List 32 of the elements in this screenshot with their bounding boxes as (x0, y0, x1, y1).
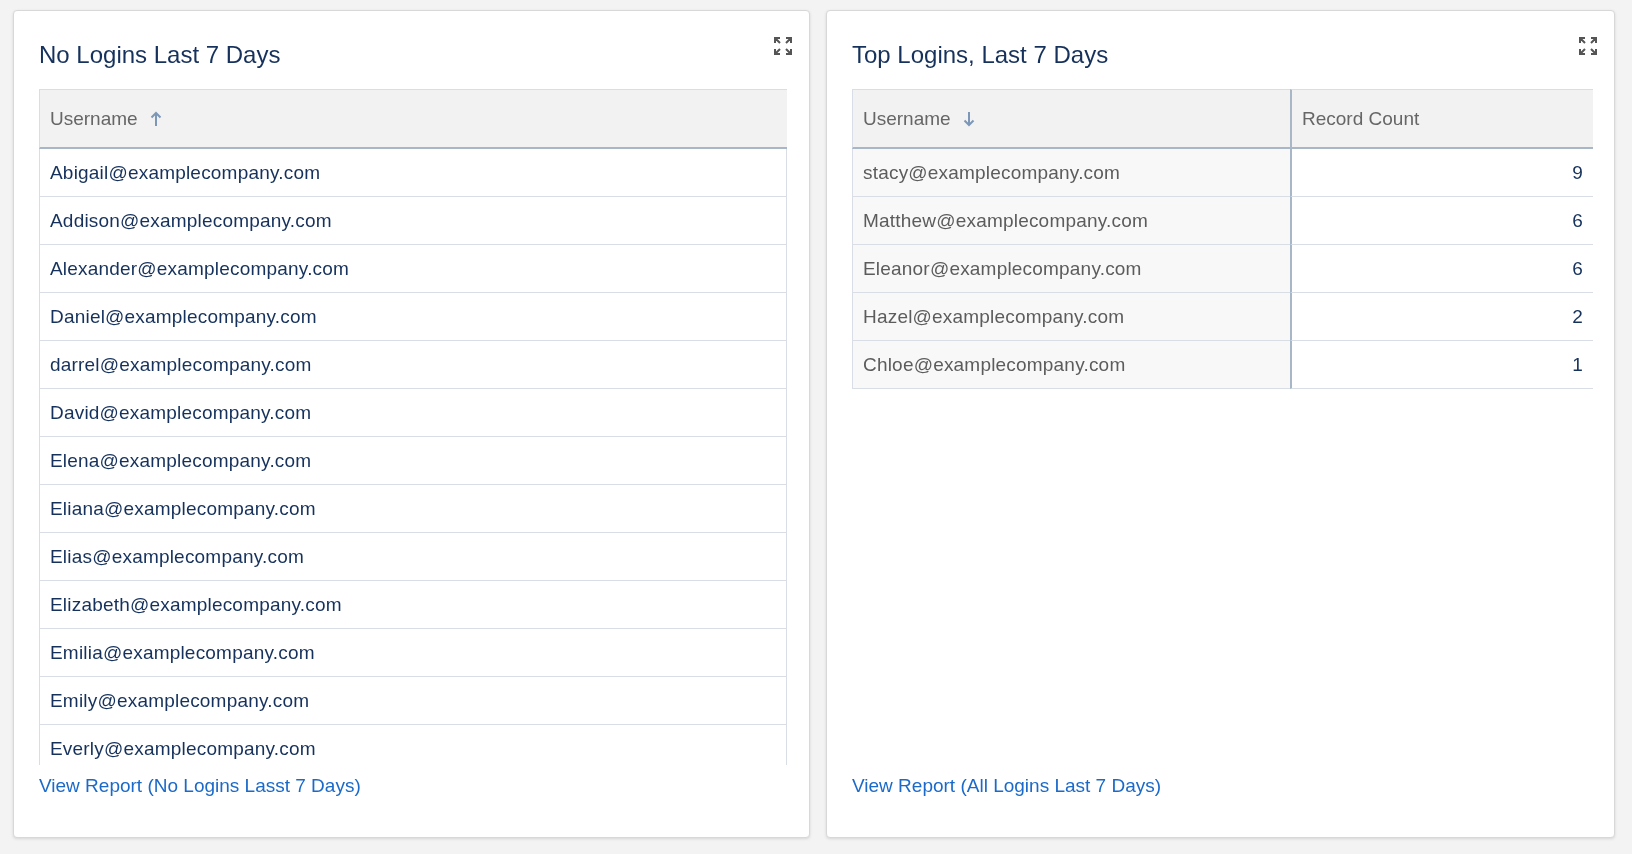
table-cell: Alexander@examplecompany.com (39, 245, 787, 293)
table-cell: Abigail@examplecompany.com (39, 149, 787, 197)
table-cell: Chloe@examplecompany.com (852, 341, 1290, 389)
table-cell: 2 (1290, 293, 1593, 341)
column-header[interactable]: Username (39, 89, 787, 149)
table-cell: Elena@examplecompany.com (39, 437, 787, 485)
table-cell: Elizabeth@examplecompany.com (39, 581, 787, 629)
expand-icon[interactable] (771, 34, 795, 58)
card-title: No Logins Last 7 Days (39, 41, 281, 69)
table-cell: stacy@examplecompany.com (852, 149, 1290, 197)
table-cell: Eleanor@examplecompany.com (852, 245, 1290, 293)
table-cell: Elias@examplecompany.com (39, 533, 787, 581)
card-title: Top Logins, Last 7 Days (852, 41, 1109, 69)
table-cell: Everly@examplecompany.com (39, 725, 787, 765)
table-cell: Eliana@examplecompany.com (39, 485, 787, 533)
view-report-link[interactable]: View Report (All Logins Last 7 Days) (852, 775, 1162, 797)
table-cell: David@examplecompany.com (39, 389, 787, 437)
table-cell: 9 (1290, 149, 1593, 197)
view-report-link[interactable]: View Report (No Logins Lasst 7 Days) (39, 775, 361, 797)
table-cell: Matthew@examplecompany.com (852, 197, 1290, 245)
column-header[interactable]: Record Count (1290, 89, 1593, 149)
table-cell: 1 (1290, 341, 1593, 389)
table-cell: Daniel@examplecompany.com (39, 293, 787, 341)
table-cell: 6 (1290, 197, 1593, 245)
table-cell: 6 (1290, 245, 1593, 293)
table-cell: Emily@examplecompany.com (39, 677, 787, 725)
table-cell: Hazel@examplecompany.com (852, 293, 1290, 341)
table-cell: Emilia@examplecompany.com (39, 629, 787, 677)
expand-icon[interactable] (1576, 34, 1600, 58)
table-cell: Addison@examplecompany.com (39, 197, 787, 245)
column-header[interactable]: Username (852, 89, 1290, 149)
table-cell: darrel@examplecompany.com (39, 341, 787, 389)
